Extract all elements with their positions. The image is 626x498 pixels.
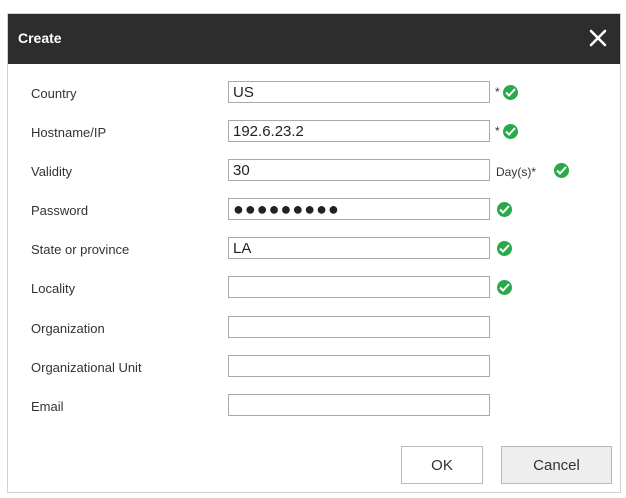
state-label: State or province	[31, 242, 130, 257]
valid-check-icon	[497, 202, 512, 217]
valid-check-icon	[503, 85, 518, 100]
create-dialog: Create Country * Hostname/IP * Validity …	[7, 13, 621, 493]
hostname-input[interactable]	[228, 120, 490, 142]
validity-input[interactable]	[228, 159, 490, 181]
country-label: Country	[31, 86, 77, 101]
valid-check-icon	[503, 124, 518, 139]
locality-label: Locality	[31, 281, 76, 296]
email-input[interactable]	[228, 394, 490, 416]
valid-check-icon	[497, 241, 512, 256]
org-unit-row: Organizational Unit	[8, 355, 620, 381]
valid-check-icon	[497, 280, 512, 295]
org-unit-label: Organizational Unit	[31, 360, 142, 375]
organization-row: Organization	[8, 316, 620, 342]
country-input[interactable]	[228, 81, 490, 103]
organization-input[interactable]	[228, 316, 490, 338]
country-row: Country *	[8, 81, 620, 107]
hostname-row: Hostname/IP *	[8, 120, 620, 146]
password-row: Password	[8, 198, 620, 224]
locality-input[interactable]	[228, 276, 490, 298]
validity-row: Validity Day(s)*	[8, 159, 620, 185]
required-marker: *	[495, 85, 500, 99]
hostname-label: Hostname/IP	[31, 125, 107, 140]
state-row: State or province	[8, 237, 620, 263]
ok-button[interactable]: OK	[401, 446, 483, 484]
organization-label: Organization	[31, 321, 105, 336]
validity-unit: Day(s)*	[496, 165, 537, 179]
cancel-button[interactable]: Cancel	[501, 446, 612, 484]
dialog-title: Create	[18, 30, 62, 46]
dialog-titlebar: Create	[8, 14, 620, 64]
password-label: Password	[31, 203, 89, 218]
valid-check-icon	[554, 163, 569, 178]
email-row: Email	[8, 394, 620, 420]
locality-row: Locality	[8, 276, 620, 302]
close-icon[interactable]	[586, 26, 610, 50]
email-label: Email	[31, 399, 64, 414]
org-unit-input[interactable]	[228, 355, 490, 377]
required-marker: *	[495, 124, 500, 138]
password-input[interactable]	[228, 198, 490, 220]
state-input[interactable]	[228, 237, 490, 259]
validity-label: Validity	[31, 164, 72, 179]
